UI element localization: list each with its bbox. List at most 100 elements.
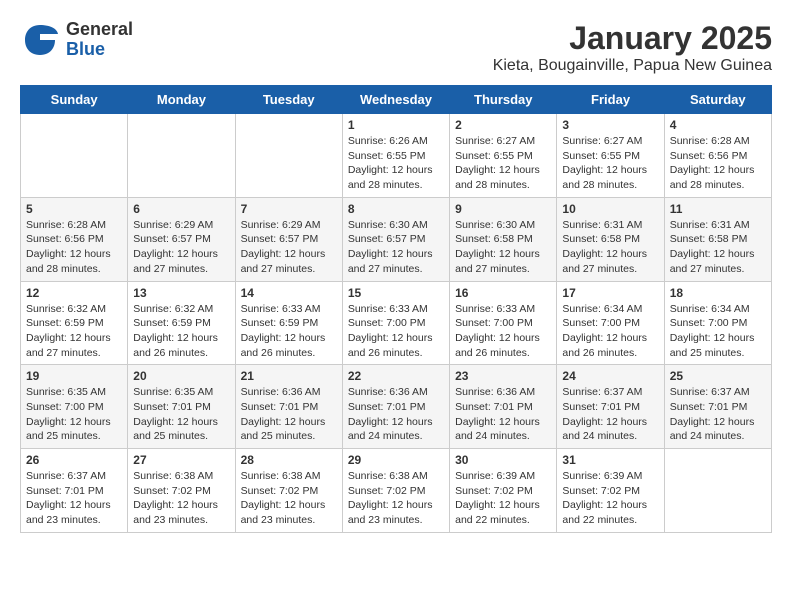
day-number: 23 [455,369,551,383]
day-info: Sunrise: 6:39 AM Sunset: 7:02 PM Dayligh… [562,469,658,528]
calendar-cell: 14Sunrise: 6:33 AM Sunset: 6:59 PM Dayli… [235,281,342,365]
calendar-cell: 13Sunrise: 6:32 AM Sunset: 6:59 PM Dayli… [128,281,235,365]
day-number: 6 [133,202,229,216]
day-number: 8 [348,202,444,216]
calendar-cell [128,114,235,198]
day-number: 29 [348,453,444,467]
calendar-body: 1Sunrise: 6:26 AM Sunset: 6:55 PM Daylig… [21,114,772,533]
subtitle: Kieta, Bougainville, Papua New Guinea [493,57,772,75]
calendar-week-row: 26 Sunrise: 6:37 AM Sunset: 7:01 PM Dayli… [21,449,772,533]
calendar-cell: 24 Sunrise: 6:37 AM Sunset: 7:01 PM Dayli… [557,365,664,449]
calendar-cell: 16 Sunrise: 6:33 AM Sunset: 7:00 PM Dayli… [450,281,557,365]
calendar-cell: 17 Sunrise: 6:34 AM Sunset: 7:00 PM Dayli… [557,281,664,365]
page-header: General Blue January 2025 Kieta, Bougain… [20,20,772,75]
day-number: 7 [241,202,337,216]
day-info: Sunrise: 6:28 AM Sunset: 6:56 PM Dayligh… [670,134,766,193]
calendar-header: SundayMondayTuesdayWednesdayThursdayFrid… [21,86,772,114]
logo: General Blue [20,20,133,60]
day-info: Sunrise: 6:30 AM Sunset: 6:58 PM Dayligh… [455,218,551,277]
calendar-cell: 30 Sunrise: 6:39 AM Sunset: 7:02 PM Dayli… [450,449,557,533]
day-number: 21 [241,369,337,383]
day-number: 2 [455,118,551,132]
day-info: Sunrise: 6:26 AM Sunset: 6:55 PM Dayligh… [348,134,444,193]
title-block: January 2025 Kieta, Bougainville, Papua … [493,20,772,75]
calendar-cell: 25Sunrise: 6:37 AM Sunset: 7:01 PM Dayli… [664,365,771,449]
calendar-cell: 22 Sunrise: 6:36 AM Sunset: 7:01 PM Dayli… [342,365,449,449]
day-info: Sunrise: 6:36 AM Sunset: 7:01 PM Dayligh… [348,385,444,444]
day-info: Sunrise: 6:32 AM Sunset: 6:59 PM Dayligh… [26,302,122,361]
day-info: Sunrise: 6:35 AM Sunset: 7:00 PM Dayligh… [26,385,122,444]
calendar-cell: 2 Sunrise: 6:27 AM Sunset: 6:55 PM Daylig… [450,114,557,198]
logo-icon [20,20,60,60]
logo-text: General Blue [66,20,133,60]
calendar-cell: 7 Sunrise: 6:29 AM Sunset: 6:57 PM Daylig… [235,197,342,281]
weekday-header-row: SundayMondayTuesdayWednesdayThursdayFrid… [21,86,772,114]
calendar-week-row: 1Sunrise: 6:26 AM Sunset: 6:55 PM Daylig… [21,114,772,198]
day-number: 31 [562,453,658,467]
calendar-cell: 29 Sunrise: 6:38 AM Sunset: 7:02 PM Dayli… [342,449,449,533]
day-info: Sunrise: 6:37 AM Sunset: 7:01 PM Dayligh… [562,385,658,444]
day-info: Sunrise: 6:36 AM Sunset: 7:01 PM Dayligh… [241,385,337,444]
weekday-header-friday: Friday [557,86,664,114]
day-number: 11 [670,202,766,216]
weekday-header-saturday: Saturday [664,86,771,114]
day-number: 3 [562,118,658,132]
day-info: Sunrise: 6:28 AM Sunset: 6:56 PM Dayligh… [26,218,122,277]
calendar-cell: 5Sunrise: 6:28 AM Sunset: 6:56 PM Daylig… [21,197,128,281]
calendar-cell: 12 Sunrise: 6:32 AM Sunset: 6:59 PM Dayli… [21,281,128,365]
day-info: Sunrise: 6:38 AM Sunset: 7:02 PM Dayligh… [133,469,229,528]
logo-general-text: General [66,20,133,40]
day-info: Sunrise: 6:35 AM Sunset: 7:01 PM Dayligh… [133,385,229,444]
day-info: Sunrise: 6:36 AM Sunset: 7:01 PM Dayligh… [455,385,551,444]
calendar-cell: 31 Sunrise: 6:39 AM Sunset: 7:02 PM Dayli… [557,449,664,533]
calendar-cell: 26 Sunrise: 6:37 AM Sunset: 7:01 PM Dayli… [21,449,128,533]
day-number: 24 [562,369,658,383]
day-number: 10 [562,202,658,216]
calendar-cell [21,114,128,198]
calendar-cell: 27 Sunrise: 6:38 AM Sunset: 7:02 PM Dayli… [128,449,235,533]
main-title: January 2025 [493,20,772,57]
day-number: 26 [26,453,122,467]
day-number: 19 [26,369,122,383]
calendar-cell: 9Sunrise: 6:30 AM Sunset: 6:58 PM Daylig… [450,197,557,281]
calendar-week-row: 12 Sunrise: 6:32 AM Sunset: 6:59 PM Dayli… [21,281,772,365]
weekday-header-monday: Monday [128,86,235,114]
day-info: Sunrise: 6:39 AM Sunset: 7:02 PM Dayligh… [455,469,551,528]
calendar-week-row: 19 Sunrise: 6:35 AM Sunset: 7:00 PM Dayli… [21,365,772,449]
day-number: 20 [133,369,229,383]
day-info: Sunrise: 6:37 AM Sunset: 7:01 PM Dayligh… [26,469,122,528]
day-info: Sunrise: 6:34 AM Sunset: 7:00 PM Dayligh… [562,302,658,361]
calendar-cell: 23 Sunrise: 6:36 AM Sunset: 7:01 PM Dayli… [450,365,557,449]
calendar-cell: 6Sunrise: 6:29 AM Sunset: 6:57 PM Daylig… [128,197,235,281]
day-info: Sunrise: 6:33 AM Sunset: 6:59 PM Dayligh… [241,302,337,361]
day-info: Sunrise: 6:31 AM Sunset: 6:58 PM Dayligh… [670,218,766,277]
day-number: 18 [670,286,766,300]
calendar-table: SundayMondayTuesdayWednesdayThursdayFrid… [20,85,772,533]
day-number: 30 [455,453,551,467]
day-info: Sunrise: 6:27 AM Sunset: 6:55 PM Dayligh… [455,134,551,193]
day-number: 28 [241,453,337,467]
calendar-cell: 21 Sunrise: 6:36 AM Sunset: 7:01 PM Dayli… [235,365,342,449]
calendar-week-row: 5Sunrise: 6:28 AM Sunset: 6:56 PM Daylig… [21,197,772,281]
day-number: 12 [26,286,122,300]
day-info: Sunrise: 6:29 AM Sunset: 6:57 PM Dayligh… [241,218,337,277]
day-number: 22 [348,369,444,383]
day-number: 16 [455,286,551,300]
day-info: Sunrise: 6:33 AM Sunset: 7:00 PM Dayligh… [455,302,551,361]
calendar-cell: 11 Sunrise: 6:31 AM Sunset: 6:58 PM Dayli… [664,197,771,281]
weekday-header-thursday: Thursday [450,86,557,114]
calendar-cell: 10 Sunrise: 6:31 AM Sunset: 6:58 PM Dayli… [557,197,664,281]
logo-blue-text: Blue [66,40,133,60]
day-number: 17 [562,286,658,300]
day-info: Sunrise: 6:31 AM Sunset: 6:58 PM Dayligh… [562,218,658,277]
calendar-cell: 4Sunrise: 6:28 AM Sunset: 6:56 PM Daylig… [664,114,771,198]
day-number: 25 [670,369,766,383]
day-number: 27 [133,453,229,467]
day-info: Sunrise: 6:38 AM Sunset: 7:02 PM Dayligh… [348,469,444,528]
calendar-cell: 15Sunrise: 6:33 AM Sunset: 7:00 PM Dayli… [342,281,449,365]
calendar-cell: 20 Sunrise: 6:35 AM Sunset: 7:01 PM Dayli… [128,365,235,449]
day-info: Sunrise: 6:33 AM Sunset: 7:00 PM Dayligh… [348,302,444,361]
weekday-header-tuesday: Tuesday [235,86,342,114]
calendar-cell: 19 Sunrise: 6:35 AM Sunset: 7:00 PM Dayli… [21,365,128,449]
weekday-header-wednesday: Wednesday [342,86,449,114]
